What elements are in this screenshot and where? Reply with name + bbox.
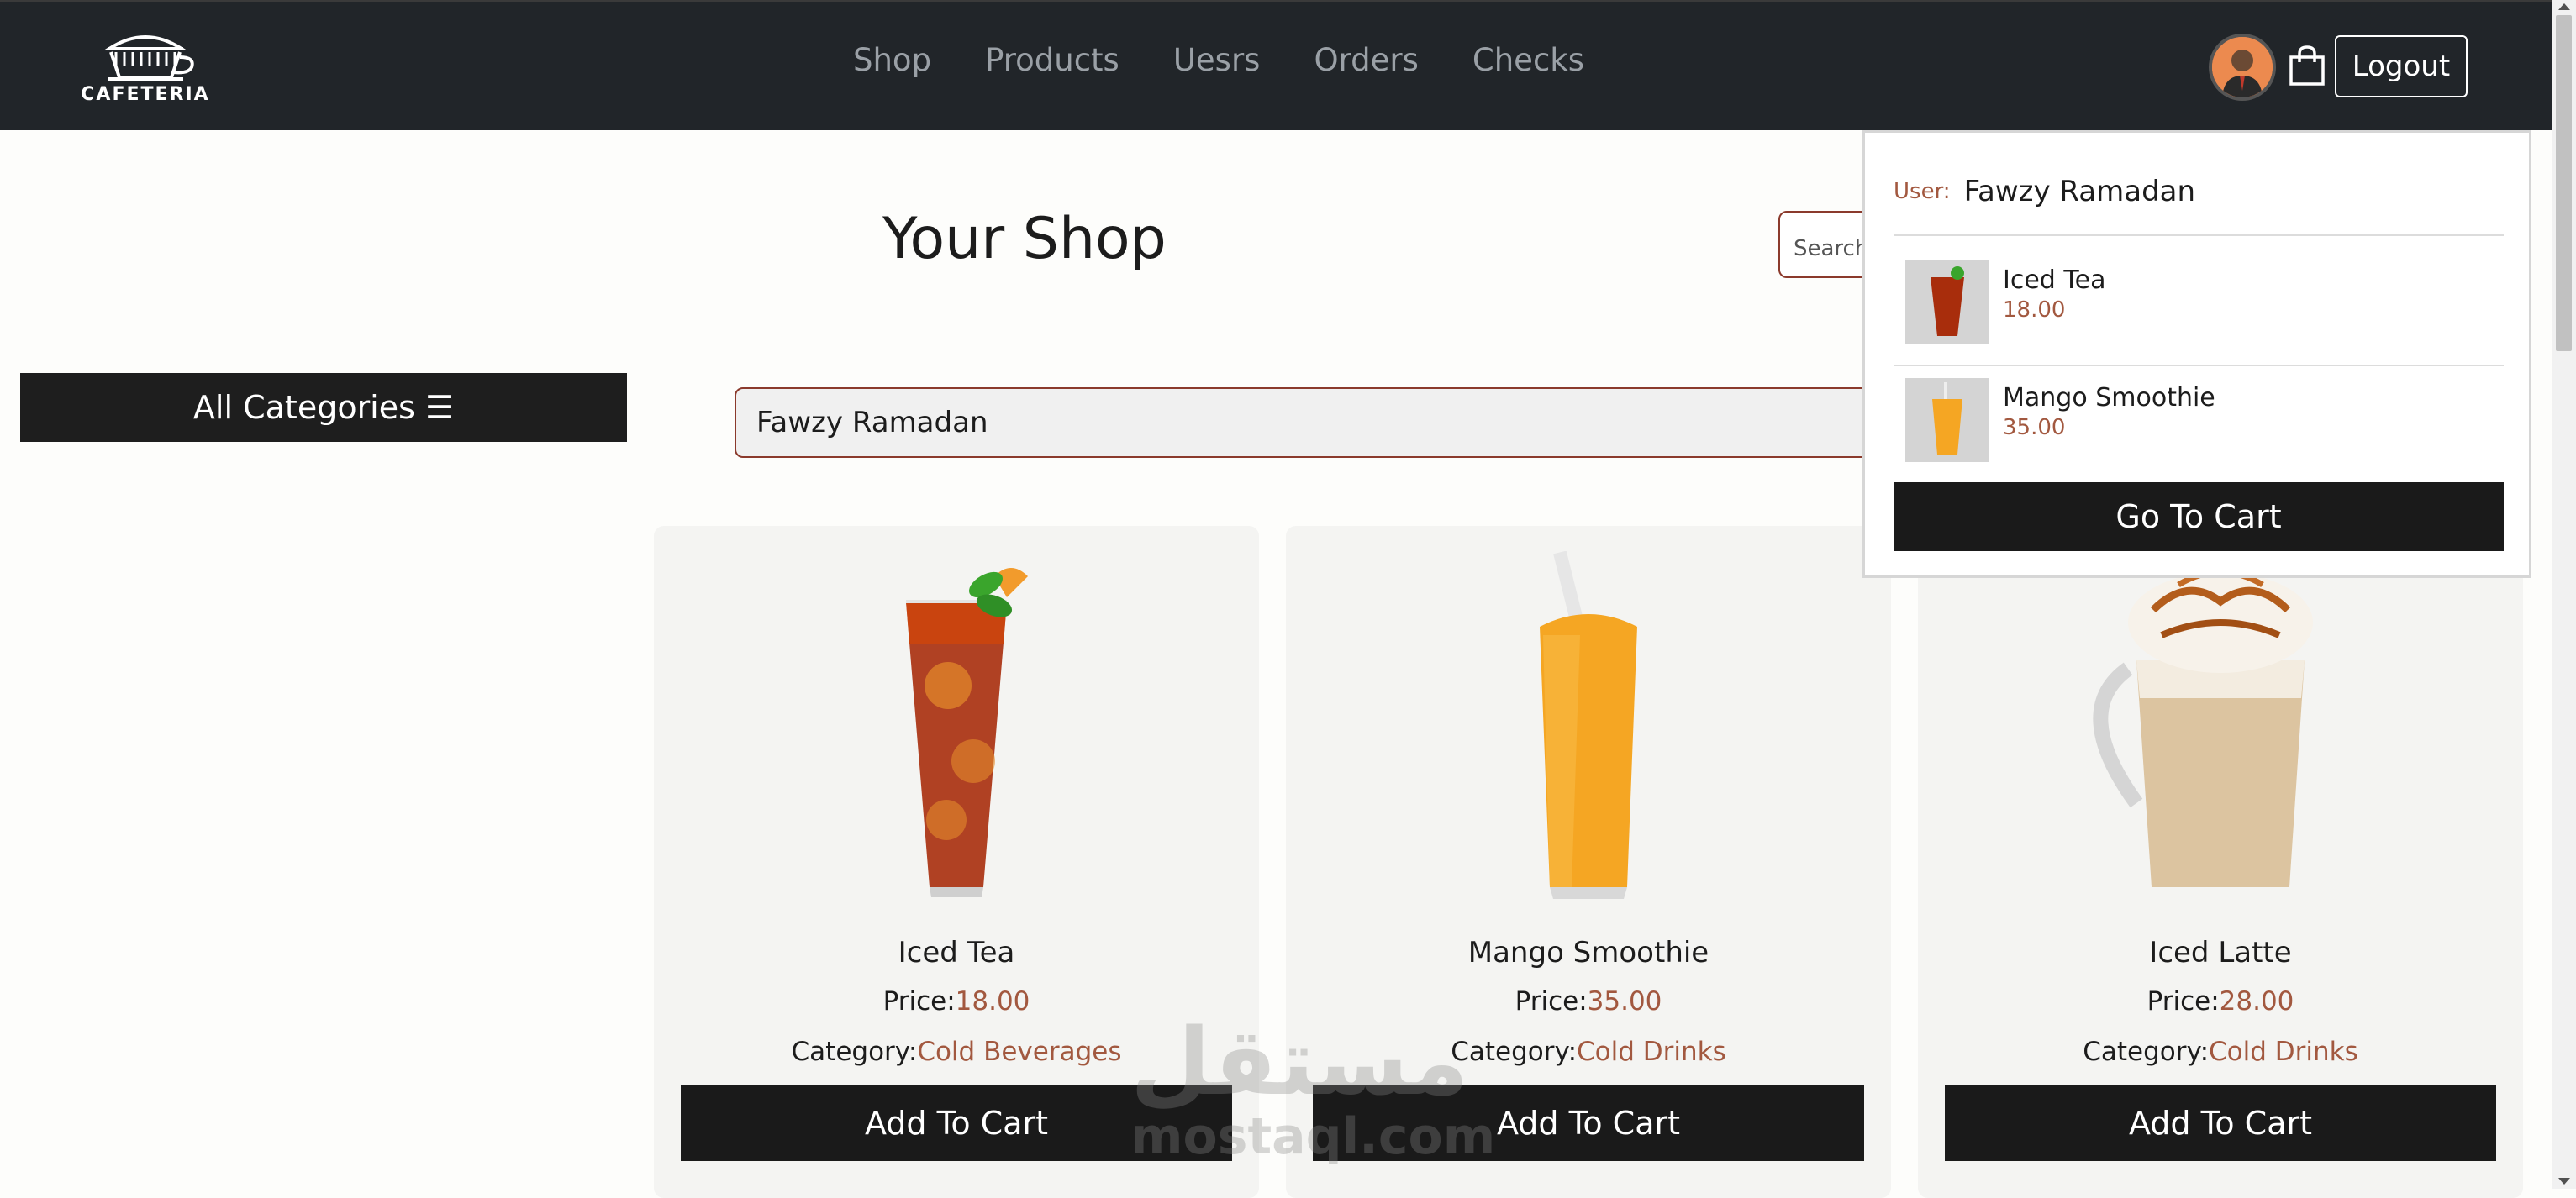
price-label: Price:: [2147, 986, 2220, 1017]
cafeteria-logo[interactable]: CAFETERIA: [74, 27, 217, 107]
logout-button[interactable]: Logout: [2335, 35, 2468, 97]
cart-item-name: Iced Tea: [2003, 265, 2106, 295]
shopping-bag-icon[interactable]: [2288, 44, 2326, 87]
cafe-cart-logo-icon: [103, 35, 194, 81]
category-label: Category:: [791, 1037, 918, 1067]
mango-smoothie-image: [1540, 551, 1637, 899]
product-category: Category:Cold Drinks: [1918, 1037, 2523, 1067]
logo-text: CAFETERIA: [81, 84, 210, 105]
cart-item-price: 35.00: [2003, 415, 2066, 440]
scroll-down-arrow[interactable]: [2558, 1178, 2570, 1185]
avatar-person-icon: [2212, 37, 2273, 97]
product-image: [1918, 551, 2523, 904]
add-to-cart-button[interactable]: Add To Cart: [1945, 1085, 2496, 1161]
watermark-latin-text: mostaql.com: [1130, 1107, 1496, 1166]
cart-user-label: User:: [1894, 179, 1951, 204]
nav-link-shop[interactable]: Shop: [853, 42, 931, 78]
cart-dropdown: User: Fawzy Ramadan Iced Tea 18.00 Mango…: [1862, 130, 2531, 578]
scroll-up-arrow[interactable]: [2558, 3, 2570, 10]
price-label: Price:: [1515, 986, 1588, 1017]
iced-tea-image: [906, 568, 1028, 897]
iced-latte-image: [2093, 569, 2313, 887]
nav-link-orders[interactable]: Orders: [1314, 42, 1418, 78]
cart-item-thumbnail: [1905, 260, 1989, 344]
iced-tea-thumb: [1931, 266, 1964, 336]
category-value: Cold Beverages: [917, 1037, 1122, 1067]
nav-link-users[interactable]: Uesrs: [1173, 42, 1261, 78]
user-select-field[interactable]: Fawzy Ramadan: [735, 387, 1945, 458]
category-value: Cold Drinks: [2209, 1037, 2358, 1067]
cart-user-name: Fawzy Ramadan: [1963, 175, 2196, 208]
scrollbar-thumb[interactable]: [2556, 15, 2572, 351]
divider: [1894, 234, 2504, 236]
product-name: Iced Latte: [2149, 936, 2292, 969]
watermark-arabic-text: مستقل: [1130, 1008, 1469, 1116]
category-label: Category:: [2083, 1037, 2210, 1067]
page-scrollbar[interactable]: [2552, 0, 2576, 1189]
watermark-logo: مستقل mostaql.com: [1130, 1008, 1496, 1168]
product-image: [1286, 551, 1891, 904]
main-nav: Shop Products Uesrs Orders Checks: [853, 42, 1584, 78]
product-name: Iced Tea: [898, 936, 1015, 969]
go-to-cart-button[interactable]: Go To Cart: [1894, 482, 2504, 551]
nav-link-checks[interactable]: Checks: [1472, 42, 1584, 78]
category-value: Cold Drinks: [1577, 1037, 1726, 1067]
product-image: [654, 551, 1259, 904]
cart-user-row: User: Fawzy Ramadan: [1894, 175, 2195, 208]
cart-item[interactable]: Mango Smoothie 35.00: [1905, 378, 2494, 462]
category-label: Category:: [1451, 1037, 1578, 1067]
price-value: 28.00: [2219, 986, 2294, 1017]
mango-smoothie-thumb: [1932, 382, 1962, 455]
product-name: Mango Smoothie: [1467, 936, 1709, 969]
cart-item-name: Mango Smoothie: [2003, 383, 2215, 412]
cart-item-price: 18.00: [2003, 297, 2066, 323]
user-avatar[interactable]: [2209, 34, 2276, 101]
divider: [1894, 365, 2504, 366]
all-categories-button[interactable]: All Categories ☰: [20, 373, 627, 442]
price-label: Price:: [882, 986, 956, 1017]
nav-link-products[interactable]: Products: [985, 42, 1119, 78]
price-value: 18.00: [955, 986, 1030, 1017]
cart-item-thumbnail: [1905, 378, 1989, 462]
product-price: Price:28.00: [1918, 986, 2523, 1017]
top-navbar: CAFETERIA Shop Products Uesrs Orders Che…: [0, 0, 2552, 130]
product-card: Iced Latte Price:28.00 Category:Cold Dri…: [1918, 526, 2523, 1198]
price-value: 35.00: [1587, 986, 1662, 1017]
page-title: Your Shop: [882, 206, 1167, 272]
cart-item[interactable]: Iced Tea 18.00: [1905, 260, 2494, 344]
